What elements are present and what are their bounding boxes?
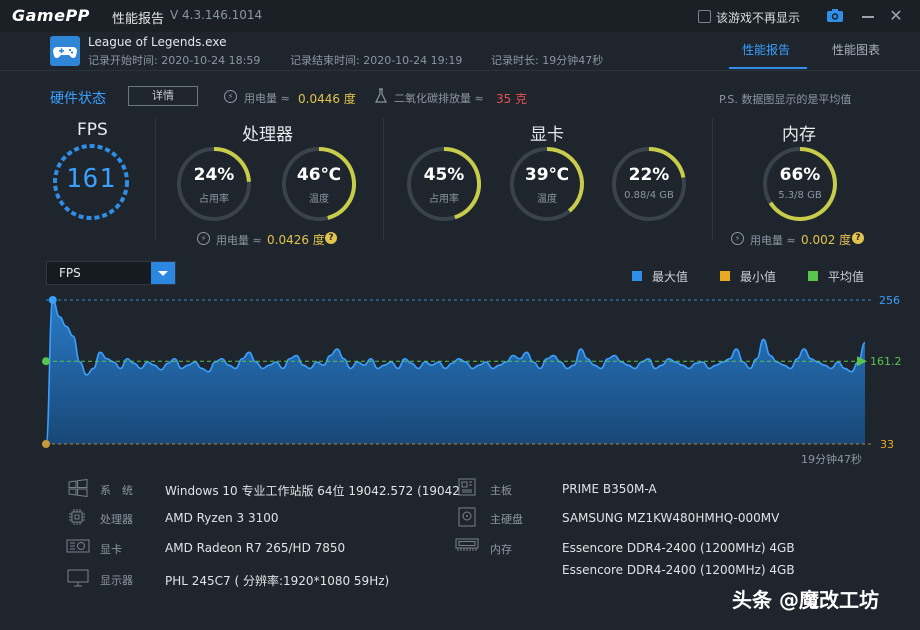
legend-avg-swatch bbox=[808, 271, 818, 281]
tab-performance-report[interactable]: 性能报告 bbox=[742, 41, 790, 58]
memory-usage-label: 5.3/8 GB bbox=[778, 190, 822, 201]
cpu-icon bbox=[69, 509, 85, 525]
metric-select[interactable]: FPS bbox=[46, 261, 176, 285]
sysinfo-gpu-value: AMD Radeon R7 265/HD 7850 bbox=[165, 541, 346, 555]
game-name: League of Legends.exe bbox=[88, 35, 227, 49]
cpu-temp-value: 46℃ bbox=[296, 165, 342, 185]
gamepad-icon bbox=[50, 36, 80, 66]
windows-icon bbox=[68, 479, 88, 497]
fps-value: 161 bbox=[66, 164, 116, 194]
app-title: 性能报告 bbox=[112, 12, 165, 27]
sysinfo-ram-value-2: Essencore DDR4-2400 (1200MHz) 4GB bbox=[562, 563, 795, 577]
cpu-power-icon: ⚡ bbox=[197, 232, 210, 245]
sysinfo-ram-label: 内存 bbox=[490, 543, 512, 556]
gpu-usage-label: 占用率 bbox=[429, 194, 459, 205]
disk-icon bbox=[458, 507, 476, 527]
sysinfo-board-value: PRIME B350M-A bbox=[562, 482, 657, 496]
section-divider bbox=[712, 118, 713, 240]
co2-value: 35 克 bbox=[496, 92, 528, 106]
chart-duration: 19分钟47秒 bbox=[801, 453, 862, 466]
metric-select-value: FPS bbox=[59, 266, 81, 280]
detail-button[interactable]: 详情 bbox=[128, 86, 198, 106]
fps-area bbox=[46, 300, 865, 444]
gpu-temp-value: 39℃ bbox=[524, 165, 570, 185]
watermark: 头条 @魔改工坊 bbox=[732, 588, 879, 612]
ram-icon bbox=[455, 538, 479, 551]
max-marker bbox=[48, 296, 57, 304]
gpu-usage-value: 45% bbox=[423, 165, 465, 185]
sysinfo-ram-value-1: Essencore DDR4-2400 (1200MHz) 4GB bbox=[562, 541, 795, 555]
cpu-usage-label: 占用率 bbox=[199, 194, 229, 205]
motherboard-icon bbox=[458, 478, 476, 496]
record-duration: 记录时长: 19分钟47秒 bbox=[491, 54, 604, 67]
monitor-icon bbox=[67, 569, 89, 587]
legend-max-label: 最大值 bbox=[652, 270, 689, 284]
fps-chart: 256 161.2 33 bbox=[42, 294, 902, 451]
minimize-icon[interactable] bbox=[862, 16, 874, 18]
sysinfo-monitor-label: 显示器 bbox=[100, 574, 133, 587]
fps-title: FPS bbox=[77, 120, 108, 140]
hardware-status-title: 硬件状态 bbox=[50, 91, 106, 107]
sysinfo-os-label: 系 统 bbox=[100, 484, 133, 497]
close-icon[interactable]: ✕ bbox=[888, 8, 904, 24]
header-divider bbox=[0, 70, 920, 71]
memory-usage-value: 66% bbox=[779, 165, 821, 185]
chart-avg-label: 161.2 bbox=[870, 355, 902, 368]
record-start-time: 记录开始时间: 2020-10-24 18:59 bbox=[88, 54, 261, 67]
dropdown-button[interactable] bbox=[151, 262, 175, 284]
average-note: P.S. 数据图显示的是平均值 bbox=[719, 93, 852, 106]
total-power-label: 用电量 ≈ bbox=[244, 92, 290, 105]
legend-max-swatch bbox=[632, 271, 642, 281]
sysinfo-os-value: Windows 10 专业工作站版 64位 19042.572 (19042 bbox=[165, 484, 460, 498]
camera-icon[interactable] bbox=[826, 8, 844, 23]
tab-performance-chart[interactable]: 性能图表 bbox=[832, 41, 880, 58]
gpu-icon bbox=[66, 539, 90, 553]
chart-max-label: 256 bbox=[879, 294, 900, 307]
active-tab-indicator bbox=[729, 67, 807, 69]
cpu-usage-value: 24% bbox=[193, 165, 235, 185]
cpu-power-value: 0.0426 度 bbox=[267, 233, 325, 247]
sysinfo-gpu-label: 显卡 bbox=[100, 543, 122, 556]
min-marker bbox=[42, 440, 50, 448]
total-power-value: 0.0446 度 bbox=[298, 92, 356, 106]
record-end-time: 记录结束时间: 2020-10-24 19:19 bbox=[290, 54, 463, 67]
cpu-title: 处理器 bbox=[242, 125, 293, 145]
app-version: V 4.3.146.1014 bbox=[170, 8, 263, 22]
cpu-power-help-icon[interactable]: ? bbox=[325, 232, 337, 244]
gamepp-logo: GamePP bbox=[12, 6, 90, 25]
gpu-memory-value: 22% bbox=[628, 165, 670, 185]
gpu-memory-label: 0.88/4 GB bbox=[624, 190, 674, 201]
section-divider bbox=[155, 118, 156, 240]
memory-title: 内存 bbox=[782, 125, 816, 145]
memory-power-label: 用电量 ≈ bbox=[750, 234, 796, 247]
cpu-power-label: 用电量 ≈ bbox=[216, 234, 262, 247]
no-show-checkbox[interactable] bbox=[698, 10, 711, 23]
legend-avg-label: 平均值 bbox=[828, 270, 865, 284]
chart-min-label: 33 bbox=[880, 438, 894, 451]
avg-start-marker bbox=[42, 357, 50, 366]
co2-label: 二氧化碳排放量 ≈ bbox=[394, 92, 484, 105]
legend-min-swatch bbox=[720, 271, 730, 281]
chevron-down-icon bbox=[158, 271, 168, 276]
section-divider bbox=[383, 118, 384, 240]
sysinfo-board-label: 主板 bbox=[490, 484, 512, 497]
sysinfo-monitor-value: PHL 245C7 ( 分辨率:1920*1080 59Hz) bbox=[165, 574, 390, 588]
sysinfo-cpu-label: 处理器 bbox=[100, 513, 133, 526]
legend-min-label: 最小值 bbox=[740, 270, 777, 284]
sysinfo-disk-value: SAMSUNG MZ1KW480HMHQ-000MV bbox=[562, 511, 780, 525]
power-icon: ⚡ bbox=[224, 90, 237, 103]
flask-icon bbox=[375, 88, 387, 103]
sysinfo-disk-label: 主硬盘 bbox=[490, 513, 523, 526]
gpu-temp-label: 温度 bbox=[537, 194, 557, 205]
memory-power-icon: ⚡ bbox=[731, 232, 744, 245]
memory-power-help-icon[interactable]: ? bbox=[852, 232, 864, 244]
sysinfo-cpu-value: AMD Ryzen 3 3100 bbox=[165, 511, 279, 525]
memory-power-value: 0.002 度 bbox=[801, 233, 852, 247]
gpu-title: 显卡 bbox=[530, 125, 564, 145]
cpu-temp-label: 温度 bbox=[309, 194, 329, 205]
no-show-label[interactable]: 该游戏不再显示 bbox=[716, 9, 800, 26]
